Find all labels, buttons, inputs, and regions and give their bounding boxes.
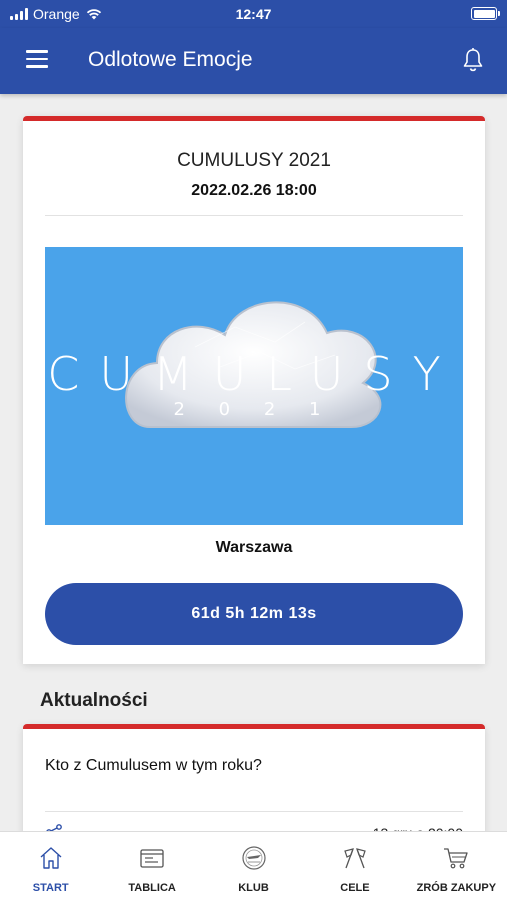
nav-item-start[interactable]: START (0, 832, 101, 900)
bottom-nav: START TABLICA KLUB CELE ZRÓB ZAKUPY (0, 831, 507, 900)
nav-item-klub[interactable]: KLUB (203, 832, 304, 900)
event-card[interactable]: CUMULUSY 2021 2022.02.26 18:00 CUMULUSY … (23, 116, 485, 664)
home-icon (40, 847, 62, 869)
nav-label: CELE (340, 882, 370, 894)
nav-label: KLUB (238, 882, 269, 894)
nav-label: TABLICA (128, 882, 176, 894)
status-bar: Orange 12:47 (0, 0, 507, 28)
wifi-icon (86, 9, 101, 20)
cart-icon (444, 848, 468, 869)
event-title: CUMULUSY 2021 (177, 150, 331, 171)
app-title: Odlotowe Emocje (88, 48, 253, 71)
news-title: Kto z Cumulusem w tym roku? (45, 757, 262, 774)
carrier-name: Orange (33, 6, 80, 22)
nav-item-tablica[interactable]: TABLICA (101, 832, 202, 900)
countdown-button[interactable]: 61d 5h 12m 13s (45, 583, 463, 645)
club-logo-icon (241, 846, 266, 870)
news-section-heading: Aktualności (40, 690, 148, 711)
banner-year-text: 2 0 2 1 (174, 399, 335, 420)
bell-icon[interactable] (461, 47, 485, 73)
battery-icon (471, 7, 500, 20)
nav-label: START (32, 882, 69, 894)
event-city: Warszawa (215, 539, 293, 556)
hamburger-menu-icon[interactable] (26, 50, 48, 68)
board-icon (140, 849, 164, 868)
flags-icon (344, 848, 366, 869)
nav-item-cele[interactable]: CELE (304, 832, 405, 900)
news-card[interactable]: Kto z Cumulusem w tym roku? 13 gru o 20:… (23, 724, 485, 844)
nav-item-zrob-zakupy[interactable]: ZRÓB ZAKUPY (406, 832, 507, 900)
event-datetime: 2022.02.26 18:00 (191, 182, 317, 199)
app-bar: Odlotowe Emocje (0, 28, 507, 94)
divider (45, 215, 463, 216)
event-banner-image[interactable]: CUMULUSY 2 0 2 1 (45, 247, 463, 525)
nav-label: ZRÓB ZAKUPY (416, 882, 497, 894)
signal-icon (10, 8, 28, 20)
divider (45, 811, 463, 812)
banner-main-text: CUMULUSY (47, 347, 460, 401)
